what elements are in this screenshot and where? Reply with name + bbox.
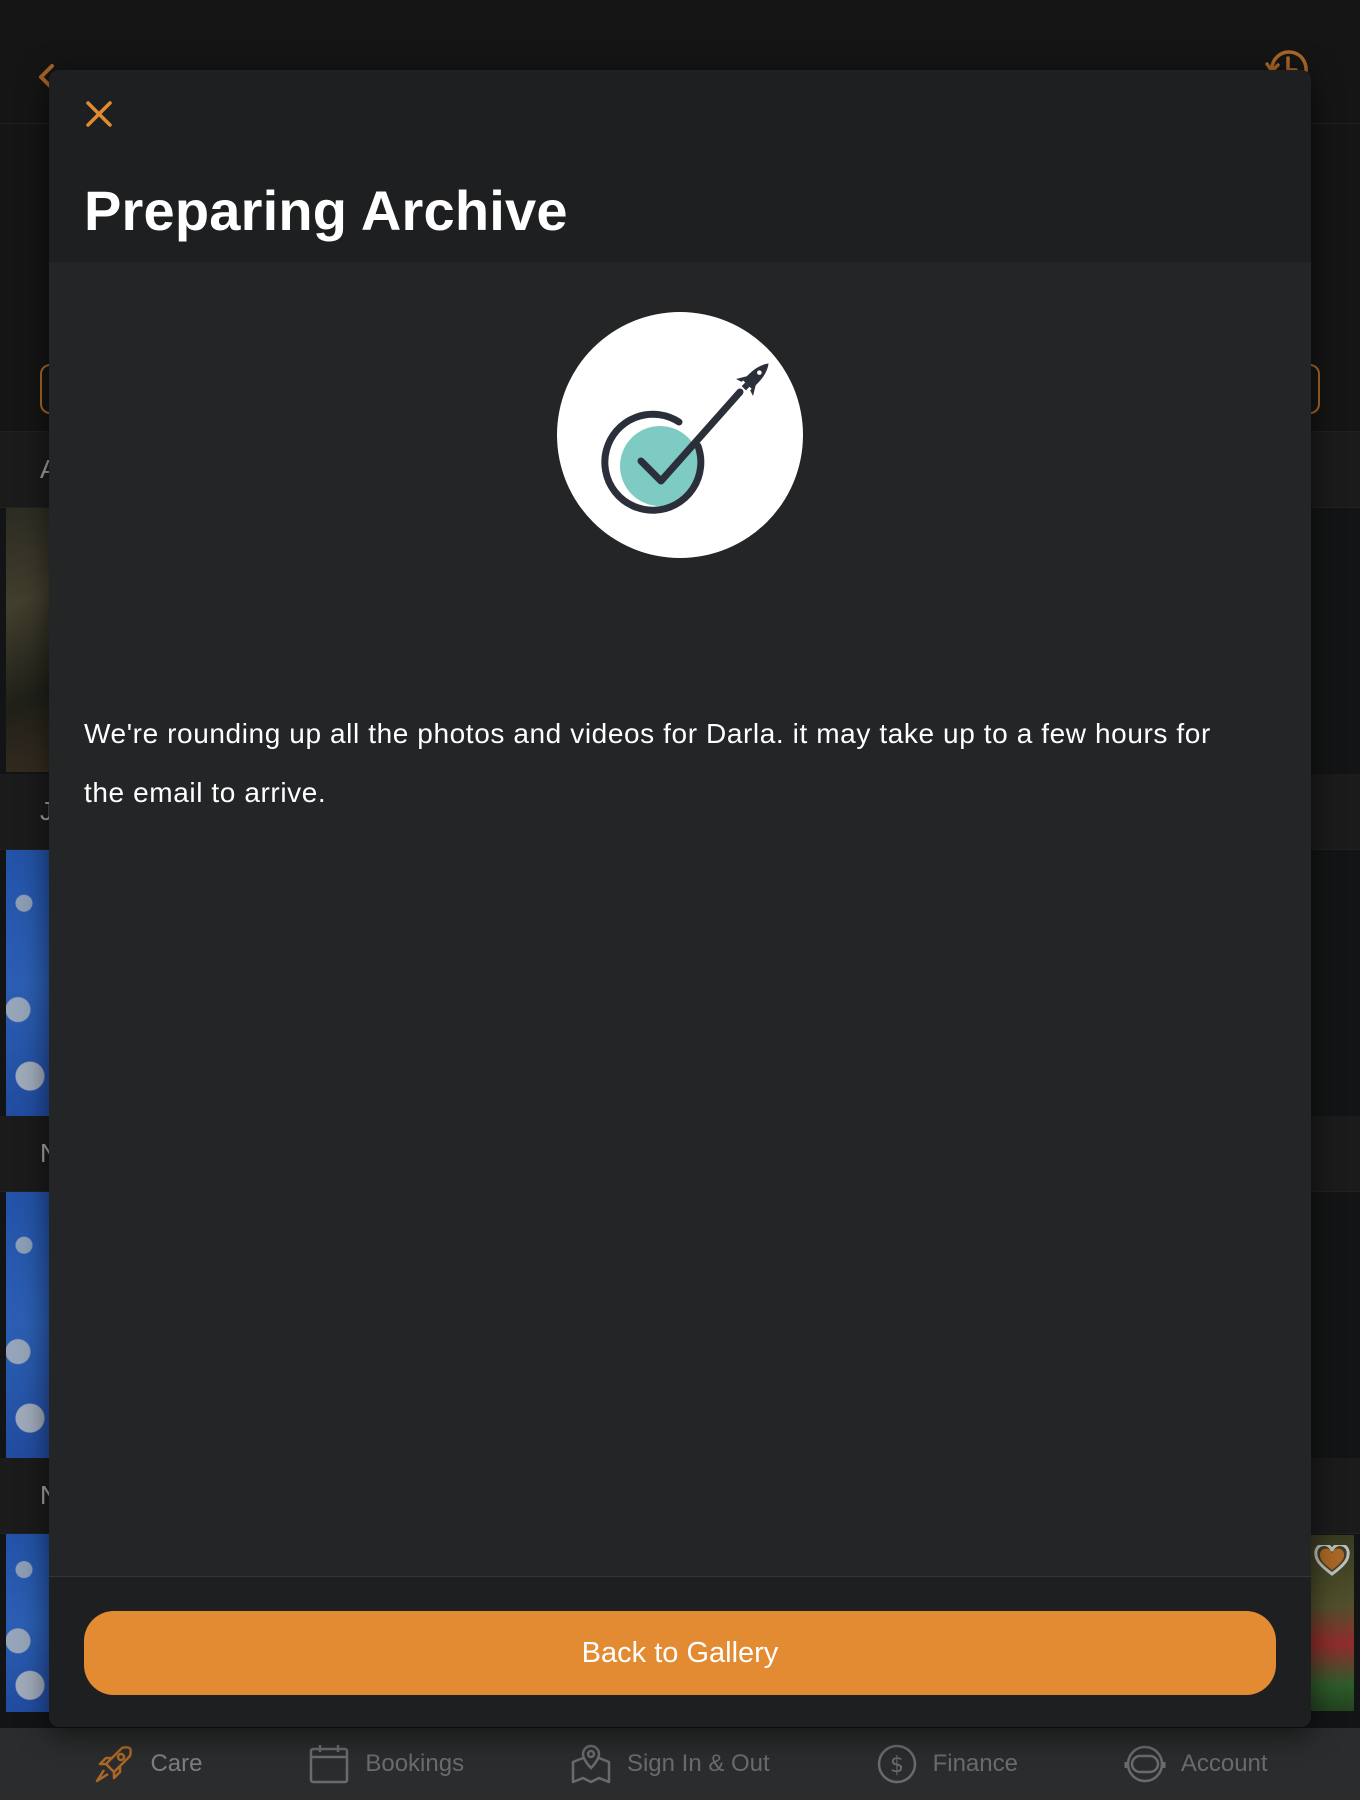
rocket-checkmark-illustration xyxy=(557,312,803,558)
modal-footer: Back to Gallery xyxy=(49,1576,1311,1727)
modal-title: Preparing Archive xyxy=(84,179,568,242)
close-icon xyxy=(86,101,112,127)
back-to-gallery-button[interactable]: Back to Gallery xyxy=(84,1611,1276,1695)
modal-header: Preparing Archive xyxy=(49,70,1311,262)
modal-message: We're rounding up all the photos and vid… xyxy=(84,718,1211,808)
rocket-checkmark-icon xyxy=(601,363,769,514)
close-button[interactable] xyxy=(77,92,121,136)
preparing-archive-modal: Preparing Archive We're rounding up all … xyxy=(49,70,1311,1727)
